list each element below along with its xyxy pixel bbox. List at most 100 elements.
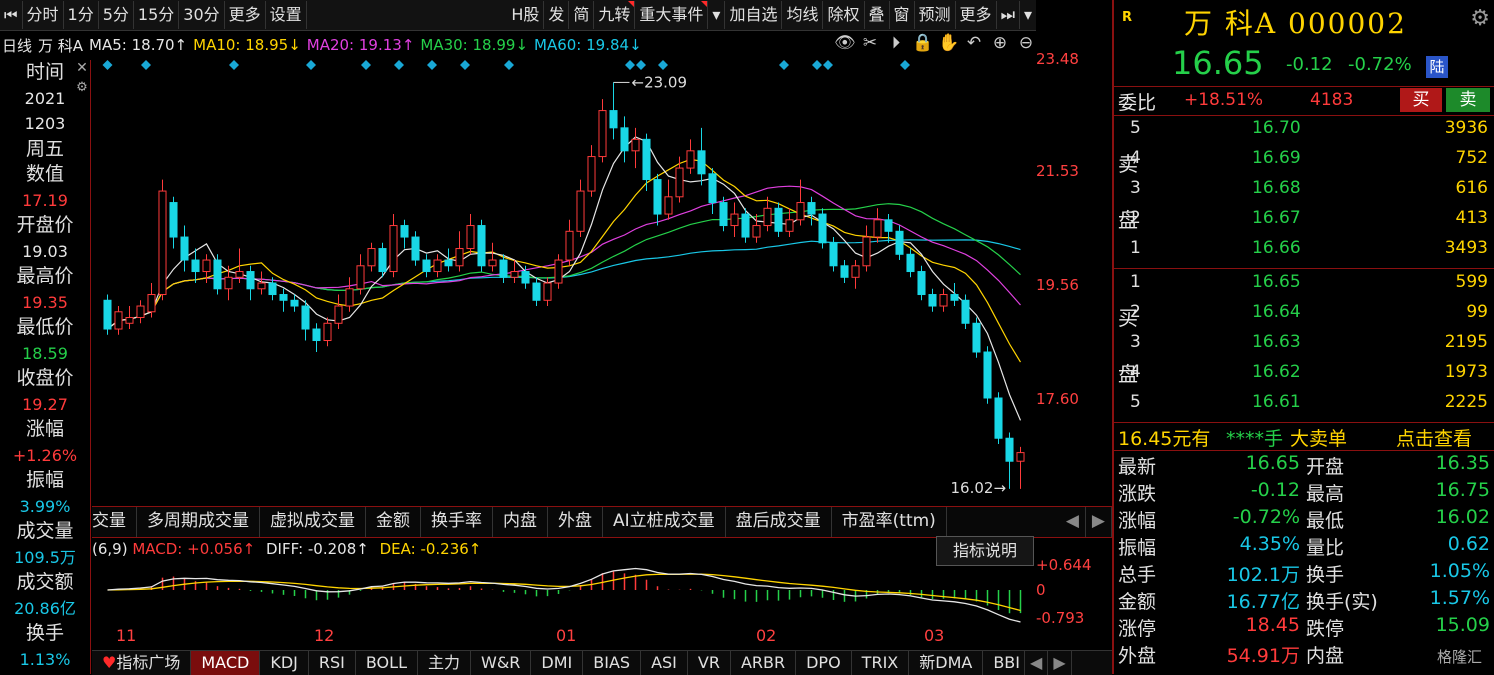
tab-virtual-volume[interactable]: 虚拟成交量 — [260, 507, 366, 537]
tab-new-dma[interactable]: 新DMA — [909, 651, 984, 675]
tab-30min[interactable]: 30分 — [179, 1, 225, 29]
dropdown-arrow-icon[interactable]: ▾ — [708, 1, 726, 29]
gear-icon[interactable]: ⚙ — [1470, 6, 1490, 31]
scroll-left-icon[interactable]: ◀ — [1060, 507, 1086, 537]
play-icon[interactable]: ⏵ — [886, 33, 906, 53]
candle-body — [488, 259, 497, 267]
more-period-button[interactable]: 更多 — [225, 1, 266, 29]
candle-body — [1016, 452, 1025, 462]
undo-icon[interactable]: ↶ — [964, 33, 984, 53]
tab-pe-ttm[interactable]: 市盈率(ttm) — [832, 507, 947, 537]
candle-body — [389, 225, 398, 273]
stat-row: 外盘 54.91万 内盘 — [1114, 641, 1494, 668]
bid-row[interactable]: 4 16.62 1973 — [1114, 362, 1494, 392]
tab-dpo[interactable]: DPO — [796, 651, 852, 675]
gear-icon[interactable]: ⚙ — [74, 80, 90, 96]
bid-row[interactable]: 1 16.65 599 — [1114, 272, 1494, 302]
eye-icon[interactable]: 👁 — [834, 33, 856, 53]
tab-ai-volume[interactable]: AI立桩成交量 — [603, 507, 726, 537]
x-label: 11 — [116, 626, 137, 645]
tab-main-force[interactable]: 主力 — [418, 651, 471, 675]
stat-value: 1.57% — [1429, 587, 1490, 609]
tab-1min[interactable]: 1分 — [64, 1, 99, 29]
first-page-icon[interactable]: ⏮ — [0, 1, 23, 29]
big-order-link[interactable]: 点击查看 — [1396, 424, 1472, 451]
sell-button[interactable]: 卖 — [1446, 88, 1490, 112]
amount-label: 成交额 — [16, 571, 74, 593]
turnover-label: 换手 — [25, 622, 64, 644]
ask-row[interactable]: 4 16.69 752 — [1114, 148, 1494, 178]
scroll-left-icon[interactable]: ◀ — [1025, 651, 1049, 675]
toolbar-dropdown-icon[interactable]: ▾ — [1020, 1, 1036, 29]
jiuzhuan-button[interactable]: 九转 — [594, 1, 636, 29]
add-watchlist-button[interactable]: 加自选 — [725, 1, 783, 29]
zoom-out-icon[interactable]: ⊖ — [1016, 33, 1036, 53]
macd-chart[interactable] — [92, 562, 1036, 626]
ask-row[interactable]: 1 16.66 3493 — [1114, 238, 1494, 268]
tab-multi-period-volume[interactable]: 多周期成交量 — [137, 507, 260, 537]
bid-row[interactable]: 3 16.63 2195 — [1114, 332, 1494, 362]
hand-icon[interactable]: ✋ — [938, 33, 959, 53]
tab-indicator-square[interactable]: ♥指标广场 — [92, 651, 192, 675]
ma-button[interactable]: 均线 — [782, 1, 824, 29]
major-events-button[interactable]: 重大事件 — [635, 1, 709, 29]
tab-inner-volume[interactable]: 内盘 — [493, 507, 548, 537]
turnover-value: 1.13% — [19, 649, 71, 669]
lock-icon[interactable]: 🔒 — [912, 33, 933, 53]
tab-trix[interactable]: TRIX — [852, 651, 910, 675]
settings-button[interactable]: 设置 — [266, 1, 307, 29]
jian-button[interactable]: 简 — [569, 1, 595, 29]
window-button[interactable]: 窗 — [890, 1, 915, 29]
event-marker — [361, 60, 371, 70]
tab-dmi[interactable]: DMI — [531, 651, 584, 675]
forecast-button[interactable]: 预测 — [915, 1, 956, 29]
tab-vr[interactable]: VR — [688, 651, 731, 675]
ex-rights-button[interactable]: 除权 — [823, 1, 865, 29]
scroll-right-icon[interactable]: ▶ — [1086, 507, 1112, 537]
tab-boll[interactable]: BOLL — [356, 651, 418, 675]
fa-button[interactable]: 发 — [544, 1, 570, 29]
ask-row[interactable]: 5 16.70 3936 — [1114, 118, 1494, 148]
buy-button[interactable]: 买 — [1400, 88, 1442, 112]
stat-value: 16.75 — [1435, 479, 1490, 501]
tab-outer-volume[interactable]: 外盘 — [548, 507, 603, 537]
stat-value: 54.91万 — [1226, 645, 1300, 667]
tab-rsi[interactable]: RSI — [309, 651, 356, 675]
bid-row[interactable]: 5 16.61 2225 — [1114, 392, 1494, 422]
ask-row[interactable]: 3 16.68 616 — [1114, 178, 1494, 208]
more-button[interactable]: 更多 — [956, 1, 997, 29]
candle-body — [455, 248, 464, 267]
candle-body — [521, 271, 530, 284]
next-page-icon[interactable]: ⏭ — [997, 1, 1020, 29]
ma20-value: MA20: 19.13↑ — [306, 36, 415, 54]
tab-kdj[interactable]: KDJ — [260, 651, 309, 675]
tab-5min[interactable]: 5分 — [99, 1, 134, 29]
candlestick-chart[interactable]: ←23.09 16.02→ — [92, 58, 1036, 506]
tab-volume[interactable]: 交量 — [92, 507, 137, 537]
tab-macd[interactable]: MACD — [191, 651, 261, 675]
scroll-right-icon[interactable]: ▶ — [1048, 651, 1072, 675]
tab-bias[interactable]: BIAS — [583, 651, 642, 675]
overlay-button[interactable]: 叠 — [865, 1, 890, 29]
tab-bbi[interactable]: BBI — [983, 651, 1025, 675]
tab-arbr[interactable]: ARBR — [731, 651, 797, 675]
h-share-button[interactable]: H股 — [507, 1, 545, 29]
indicator-tabs: ♥指标广场 MACD KDJ RSI BOLL 主力 W&R DMI BIAS … — [92, 650, 1112, 675]
tab-amount[interactable]: 金额 — [366, 507, 421, 537]
candle-body — [983, 351, 992, 399]
tab-turnover-rate[interactable]: 换手率 — [421, 507, 493, 537]
bid-row[interactable]: 2 16.64 99 — [1114, 302, 1494, 332]
candle-body — [565, 230, 574, 261]
scissors-icon[interactable]: ✂ — [860, 33, 880, 53]
tab-fenshi[interactable]: 分时 — [23, 1, 64, 29]
close-panel-icon[interactable]: ✕ — [74, 60, 90, 76]
tab-asi[interactable]: ASI — [641, 651, 688, 675]
candle-body — [917, 271, 926, 296]
candle-body — [994, 397, 1003, 439]
zoom-in-icon[interactable]: ⊕ — [990, 33, 1010, 53]
macd-params: (6,9) — [92, 540, 128, 558]
ask-row[interactable]: 2 16.67 413 — [1114, 208, 1494, 238]
tab-wr[interactable]: W&R — [471, 651, 532, 675]
tab-15min[interactable]: 15分 — [134, 1, 180, 29]
tab-after-hours-volume[interactable]: 盘后成交量 — [726, 507, 832, 537]
